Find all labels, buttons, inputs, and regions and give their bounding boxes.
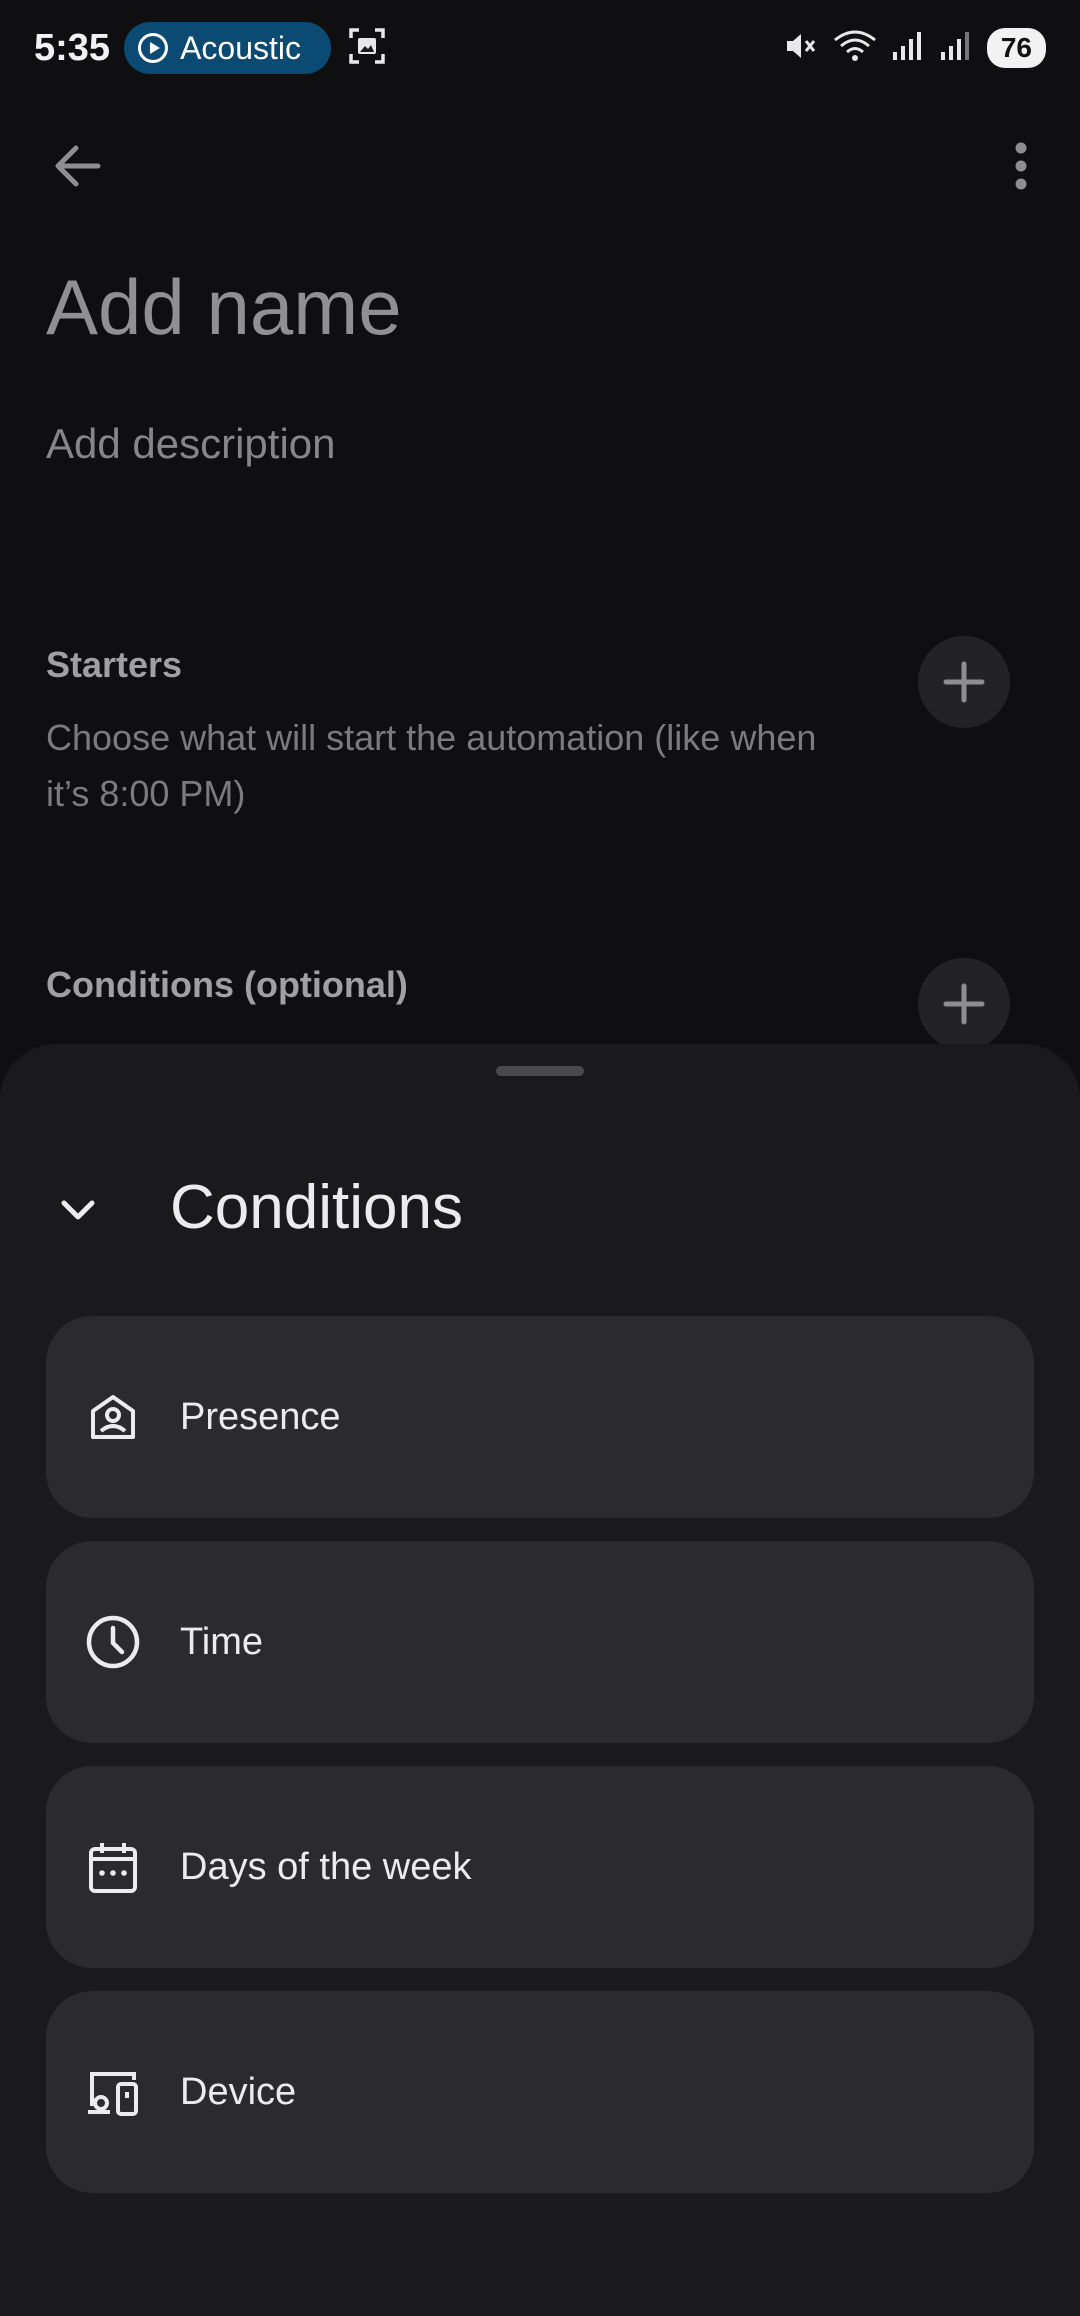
device-icon (84, 2063, 142, 2121)
condition-option-days-of-week[interactable]: Days of the week (46, 1766, 1034, 1968)
screenshot-icon (347, 26, 387, 71)
add-starter-button[interactable] (918, 636, 1010, 728)
drag-handle[interactable] (496, 1066, 584, 1076)
arrow-back-icon (55, 145, 101, 187)
sheet-header: Conditions (0, 1164, 1080, 1254)
automation-name-field[interactable]: Add name (46, 262, 402, 353)
automation-description-field[interactable]: Add description (46, 420, 336, 468)
status-bar: 5:35 Acoustic 76 (0, 0, 1080, 96)
condition-option-presence[interactable]: Presence (46, 1316, 1034, 1518)
clock-icon (84, 1613, 142, 1671)
more-vert-icon (1015, 142, 1027, 190)
app-bar (0, 130, 1080, 200)
calendar-icon (84, 1838, 142, 1896)
conditions-section-title: Conditions (optional) (46, 964, 408, 1005)
condition-option-label: Presence (180, 1395, 341, 1438)
mute-icon (783, 28, 819, 69)
media-chip[interactable]: Acoustic (124, 22, 331, 74)
chevron-down-icon (61, 1200, 95, 1220)
add-condition-button[interactable] (918, 958, 1010, 1050)
wifi-icon (833, 28, 877, 69)
play-icon (138, 33, 169, 63)
status-time: 5:35 (34, 26, 111, 69)
signal-icon (939, 30, 973, 67)
battery-indicator: 76 (986, 28, 1046, 68)
sheet-title: Conditions (170, 1173, 463, 1242)
condition-option-label: Days of the week (180, 1845, 472, 1888)
more-options-button[interactable] (1006, 138, 1036, 194)
back-button[interactable] (48, 138, 108, 194)
condition-option-device[interactable]: Device (46, 1991, 1034, 2193)
signal-icon (891, 30, 925, 67)
collapse-button[interactable] (50, 1182, 106, 1238)
starters-subtitle: Choose what will start the automation (l… (46, 717, 817, 814)
condition-option-time[interactable]: Time (46, 1541, 1034, 1743)
starters-title: Starters (46, 644, 183, 685)
presence-icon (84, 1388, 142, 1446)
media-chip-label: Acoustic (180, 29, 301, 66)
condition-option-label: Device (180, 2070, 297, 2113)
condition-option-label: Time (180, 1620, 264, 1663)
plus-icon (943, 661, 985, 703)
conditions-bottom-sheet: Conditions Presence Time Days of the wee… (0, 1044, 1080, 2316)
plus-icon (943, 983, 985, 1025)
